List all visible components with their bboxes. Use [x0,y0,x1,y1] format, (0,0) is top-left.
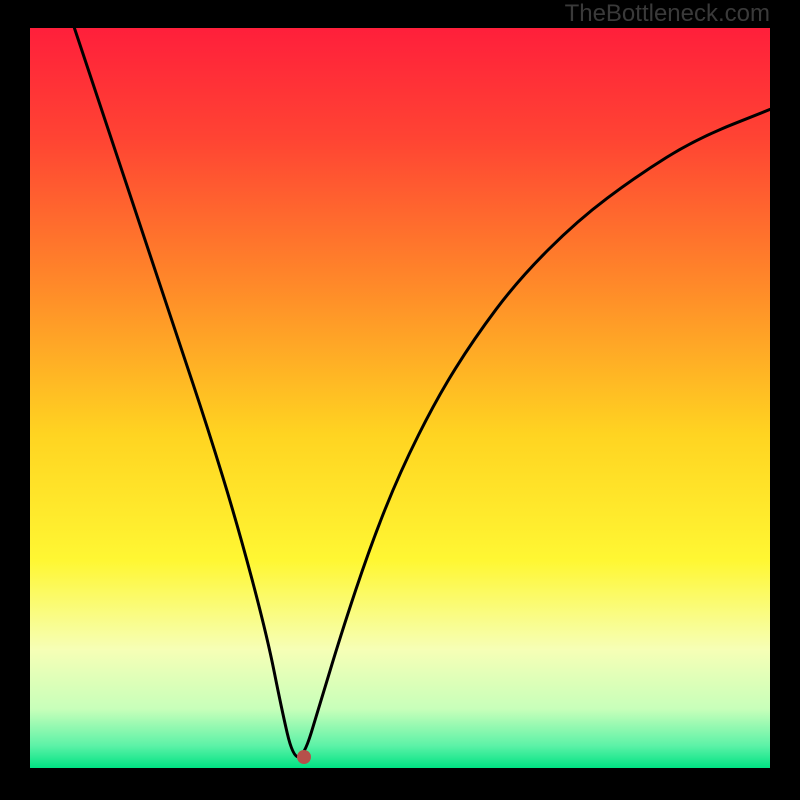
watermark-text: TheBottleneck.com [565,0,770,28]
bottleneck-curve [30,28,770,768]
optimal-marker-dot [297,750,311,764]
plot-area [30,28,770,768]
